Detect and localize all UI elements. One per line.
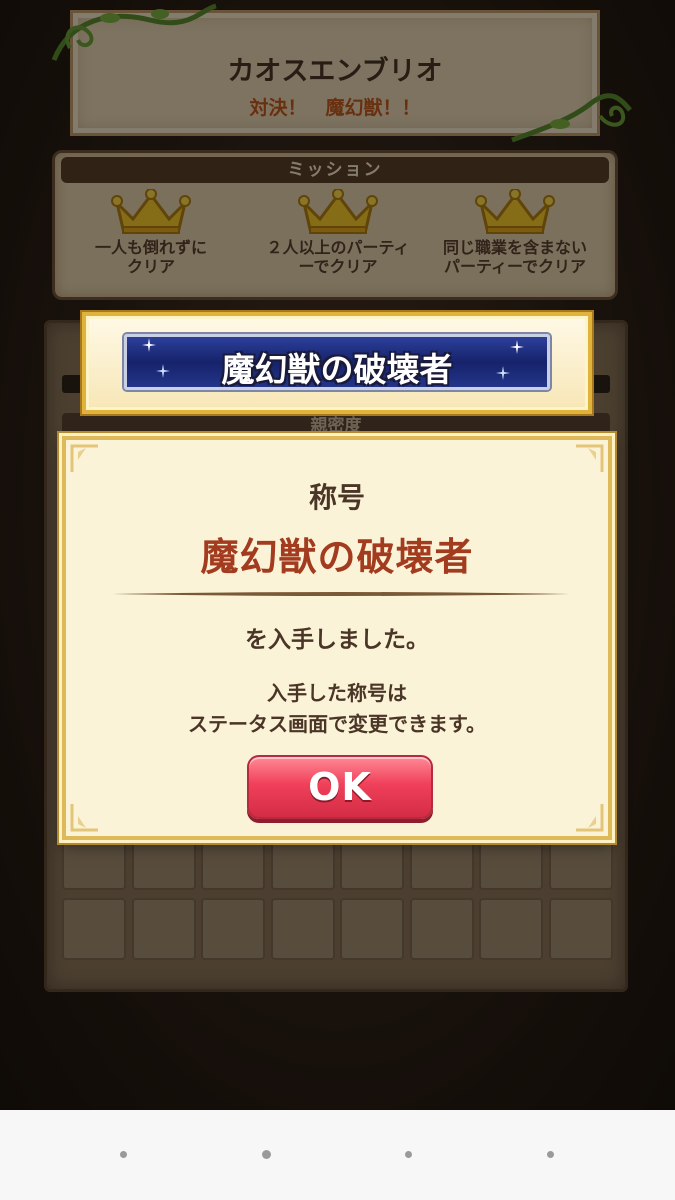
grid-cell — [131, 898, 196, 960]
info-message: 入手した称号は ステータス画面で変更できます。 — [66, 678, 608, 740]
nav-dot[interactable] — [405, 1151, 412, 1158]
mission-heading: ミッション — [61, 157, 609, 183]
corner-ornament-icon — [576, 804, 604, 832]
info-line: 入手した称号は — [267, 681, 407, 705]
grid-cell — [62, 898, 126, 960]
obtained-message: を入手しました。 — [245, 627, 429, 653]
grid-cell — [409, 898, 474, 960]
corner-ornament-icon — [70, 804, 98, 832]
sparkle-icon — [142, 338, 156, 352]
mission-panel: ミッション 一人も倒れずに クリア ２人以上のパーティ ーでクリア 同じ職業を含… — [52, 150, 618, 300]
divider — [112, 592, 570, 596]
sparkle-icon — [496, 366, 510, 380]
title-plate-banner: 魔幻獣の破壊者 — [82, 312, 592, 414]
grid-cell — [548, 898, 613, 960]
info-line: ステータス画面で変更できます。 — [188, 712, 486, 736]
vine-decoration-icon — [511, 93, 632, 143]
mission-text: 同じ職業を含まない — [442, 238, 587, 257]
sparkle-icon — [510, 340, 524, 354]
game-screen: カオスエンブリオ 対決！ 魔幻獣！！ ミッション 一人も倒れずに クリア ２人以… — [0, 0, 675, 1110]
crown-icon — [475, 189, 555, 234]
mission-item: 一人も倒れずに クリア — [61, 189, 241, 276]
mission-text: ２人以上のパーティ — [266, 238, 410, 257]
mission-text: ーでクリア — [298, 257, 378, 276]
crown-icon — [111, 189, 191, 234]
title-label: 称号 — [308, 481, 365, 514]
mission-text: 一人も倒れずに — [94, 238, 207, 257]
grid-cell — [340, 898, 404, 960]
title-acquired-dialog: 称号 魔幻獣の破壊者 を入手しました。 入手した称号は ステータス画面で変更でき… — [62, 436, 612, 840]
mission-text: クリア — [126, 257, 175, 276]
ok-button[interactable]: OK — [247, 755, 433, 819]
corner-ornament-icon — [576, 444, 604, 472]
mission-item: ２人以上のパーティ ーでクリア — [248, 189, 428, 276]
grid-cell — [479, 898, 543, 960]
nav-dot[interactable] — [120, 1151, 127, 1158]
system-nav-bar — [0, 1110, 675, 1200]
corner-ornament-icon — [70, 444, 98, 472]
sparkle-icon — [156, 364, 170, 378]
nav-dot[interactable] — [547, 1151, 554, 1158]
ok-button-label: OK — [308, 765, 372, 809]
grid-cell — [270, 898, 335, 960]
vine-decoration-icon — [51, 3, 217, 61]
crown-icon — [298, 189, 378, 234]
mission-text: パーティーでクリア — [443, 257, 587, 276]
title-name: 魔幻獣の破壊者 — [200, 535, 474, 579]
mission-item: 同じ職業を含まない パーティーでクリア — [425, 189, 605, 276]
title-plate-text: 魔幻獣の破壊者 — [221, 350, 453, 389]
nav-dot[interactable] — [262, 1150, 271, 1159]
grid-cell — [201, 898, 265, 960]
title-plate-ribbon: 魔幻獣の破壊者 — [124, 334, 550, 390]
